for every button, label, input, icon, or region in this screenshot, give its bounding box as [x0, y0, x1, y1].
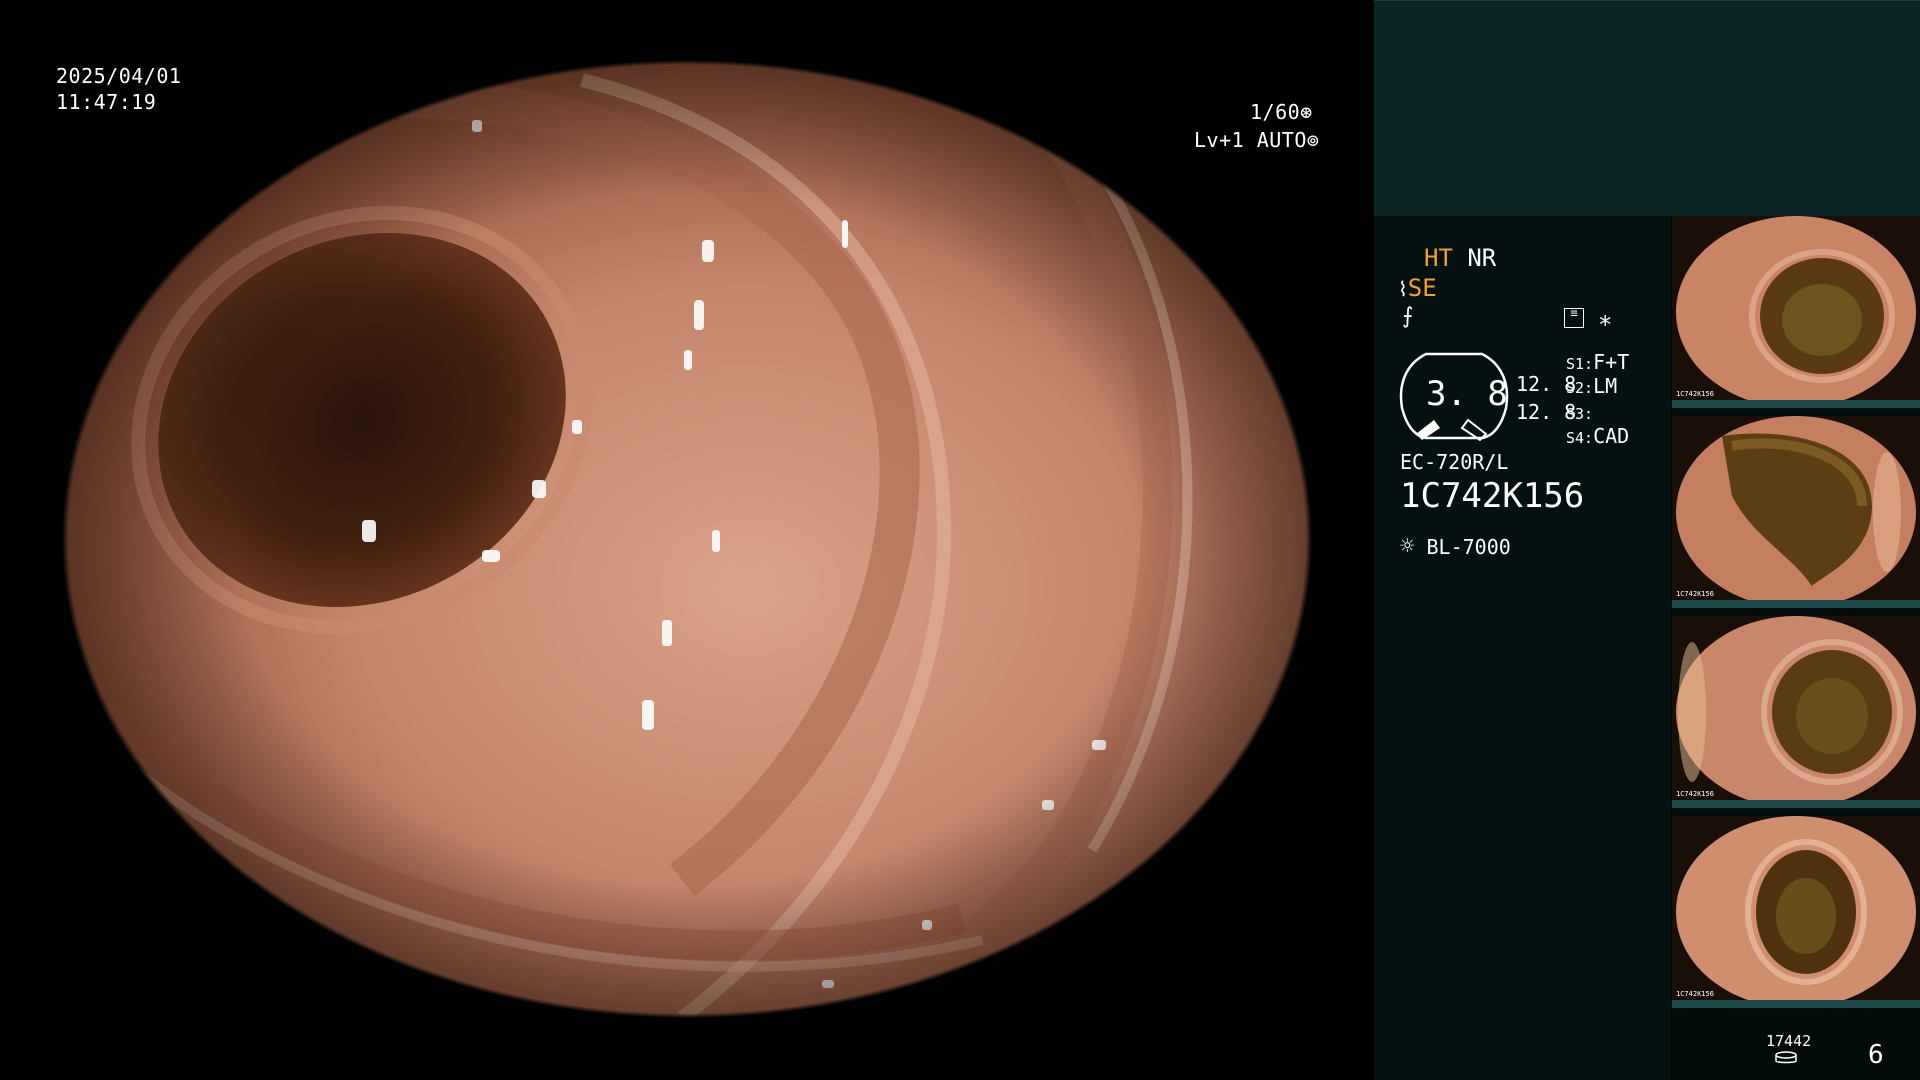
shutter-icon: ⊛ [1300, 100, 1313, 124]
switch-s4-value: CAD [1593, 424, 1630, 448]
level-mode-value: Lv+1 AUTO [1194, 128, 1307, 152]
se-mode: SE [1407, 274, 1437, 302]
nr-mode: NR [1467, 244, 1497, 272]
thumbnail-1-bar [1672, 400, 1920, 408]
switch-s2: S2:LM [1566, 374, 1617, 398]
switch-s1-key: S1: [1566, 355, 1594, 373]
thumbnail-2-bar [1672, 600, 1920, 608]
ht-mode: HT [1424, 244, 1453, 272]
storage-count: 17442 [1766, 1032, 1812, 1050]
thumbnail-4-bar [1672, 1000, 1920, 1008]
time-label: 11:47:19 [56, 90, 157, 114]
thumbnail-1[interactable]: 1C742K156 [1672, 216, 1920, 408]
auto-iris-icon: ⊚ [1306, 128, 1320, 152]
color-enhance-icon: ⨍ [1402, 304, 1414, 329]
mode-row-2: ⌇SE [1398, 274, 1437, 302]
switch-s1: S1:F+T [1566, 350, 1629, 374]
thumbnail-3[interactable]: 1C742K156 [1672, 616, 1920, 808]
thumbnail-2[interactable]: 1C742K156 [1672, 416, 1920, 608]
switch-s2-value: LM [1593, 374, 1618, 398]
storage-index: 6 [1868, 1040, 1884, 1070]
switch-s1-value: F+T [1593, 350, 1630, 374]
level-mode-label: Lv+1 AUTO⊚ [1194, 128, 1319, 152]
thumbnail-4-label: 1C742K156 [1676, 990, 1714, 998]
switch-s4: S4:CAD [1566, 424, 1629, 448]
thumbnail-3-label: 1C742K156 [1676, 790, 1714, 798]
switch-s4-key: S4: [1566, 429, 1594, 447]
mode-row-1: HT NR [1424, 244, 1496, 272]
panel-top-area [1374, 0, 1920, 217]
scope-model: EC-720R/L [1400, 450, 1509, 474]
colon-image [62, 60, 1312, 1018]
endoscopic-live-view [62, 60, 1312, 1018]
zoom-value: 3. 8 [1426, 374, 1508, 414]
thumbnail-3-bar [1672, 800, 1920, 808]
thumbnail-1-label: 1C742K156 [1676, 390, 1714, 398]
date-label: 2025/04/01 [56, 64, 182, 88]
storage-icon [1774, 1050, 1798, 1064]
info-panel [1374, 216, 1670, 1080]
asterisk-icon: ∗ [1598, 306, 1613, 334]
scope-serial: 1C742K156 [1400, 476, 1585, 516]
structure-enhance-icon: ⌇ [1398, 277, 1408, 301]
light-source-model: BL-7000 [1426, 535, 1511, 559]
switch-s3-key: S3: [1566, 405, 1594, 423]
switch-s3: S3: [1566, 400, 1593, 424]
settings-list-icon: ≡ [1564, 307, 1584, 328]
shutter-label: 1/60⊛ [1250, 100, 1313, 124]
switch-s2-key: S2: [1566, 379, 1594, 397]
thumbnail-2-label: 1C742K156 [1676, 590, 1714, 598]
light-source-icon: ☼ [1400, 532, 1415, 560]
light-source-row: ☼ BL-7000 [1400, 532, 1511, 560]
shutter-value: 1/60 [1250, 100, 1301, 124]
endoscopy-screen: 2025/04/01 11:47:19 1/60⊛ Lv+1 AUTO⊚ HT … [0, 0, 1920, 1080]
thumbnail-4[interactable]: 1C742K156 [1672, 816, 1920, 1008]
